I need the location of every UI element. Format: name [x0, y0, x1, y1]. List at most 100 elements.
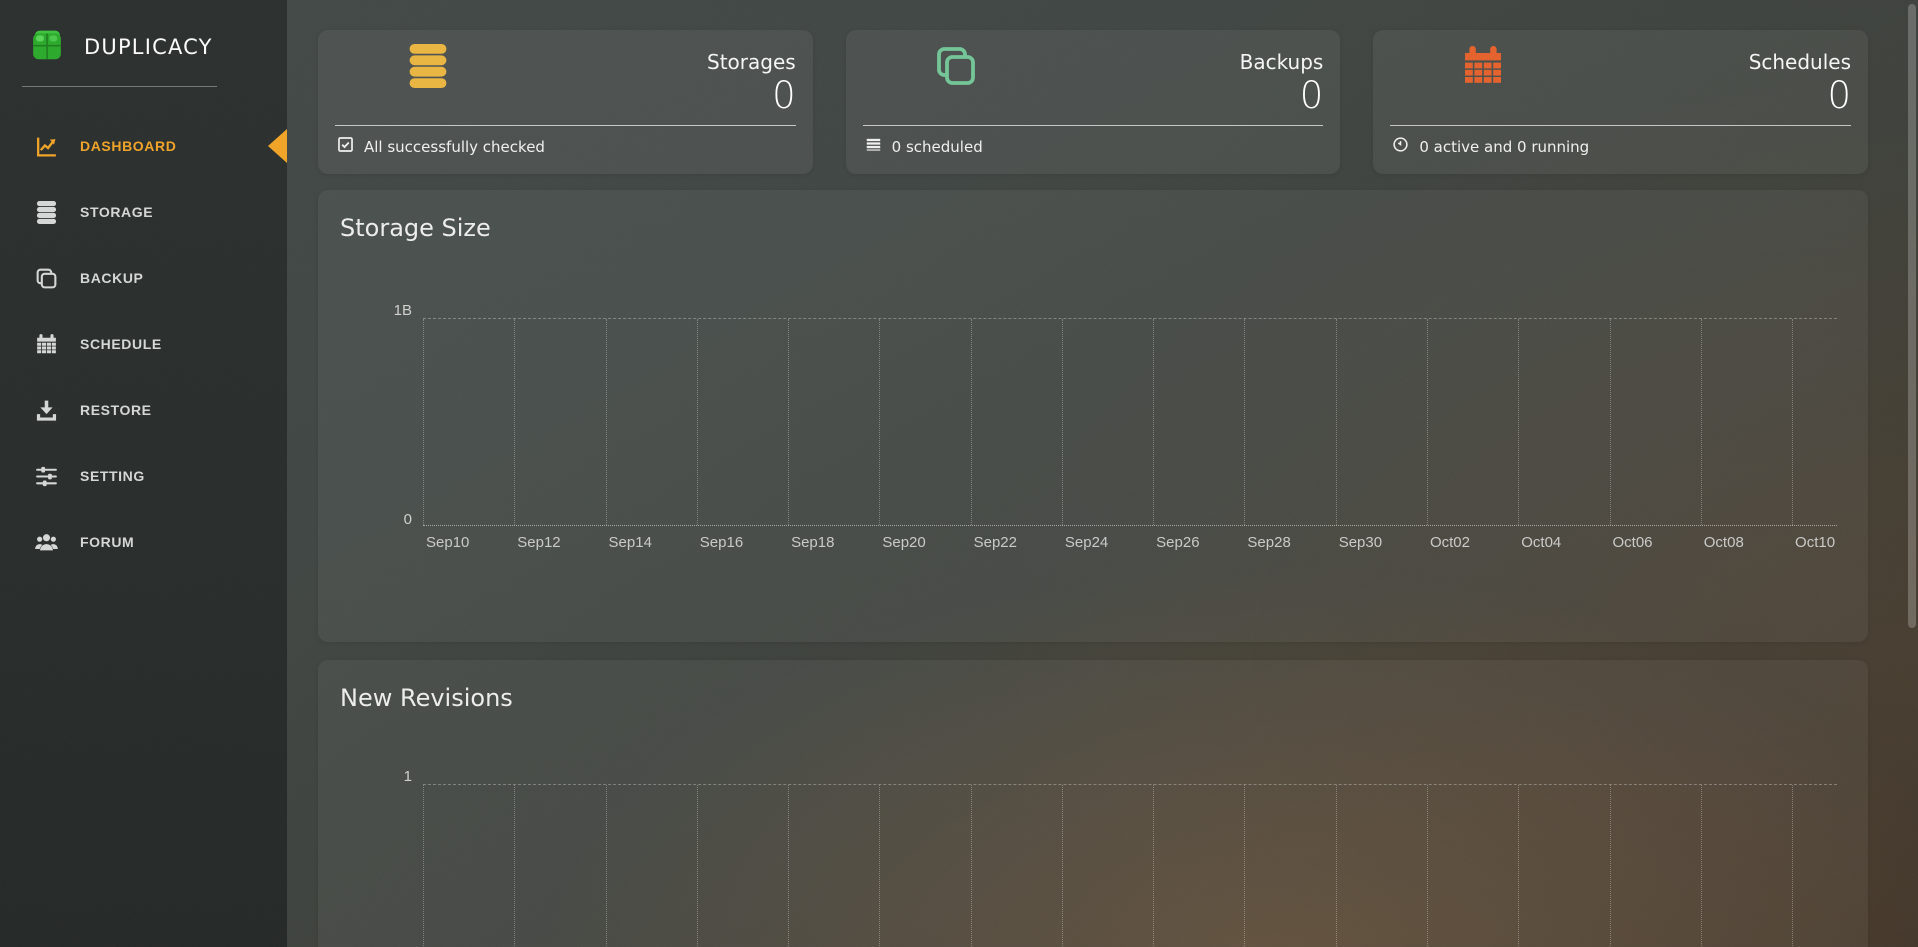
- x-tick-label: Sep28: [1247, 534, 1290, 551]
- sidebar-item-label: BACKUP: [80, 270, 144, 286]
- y-tick-label: 1: [342, 768, 412, 786]
- grid-vline: [423, 319, 424, 525]
- grid-vline: [697, 319, 698, 525]
- grid-vline: [1518, 785, 1519, 947]
- x-tick-label: Sep22: [974, 534, 1017, 551]
- card-status: 0 scheduled: [865, 136, 983, 157]
- card-status-text: All successfully checked: [364, 138, 545, 156]
- users-icon: [33, 529, 59, 555]
- grid-vline: [1244, 319, 1245, 525]
- duplicacy-cube-logo-icon: [28, 26, 66, 67]
- sliders-icon: [33, 463, 59, 489]
- grid-vline: [1701, 785, 1702, 947]
- grid-vline: [423, 785, 424, 947]
- check-square-icon: [337, 136, 354, 157]
- sidebar-item-label: FORUM: [80, 534, 134, 550]
- x-tick-label: Oct04: [1521, 534, 1561, 551]
- card-divider: [1390, 125, 1851, 126]
- card-value: 0: [772, 76, 796, 116]
- scrollbar-thumb[interactable]: [1908, 4, 1916, 628]
- grid-vline: [788, 319, 789, 525]
- sidebar-item-label: STORAGE: [80, 204, 153, 220]
- grid-vline: [1792, 319, 1793, 525]
- sidebar: DUPLICACY DASHBOARD STORAGE BACKUP: [0, 0, 287, 947]
- card-title: Storages: [707, 50, 796, 74]
- sidebar-item-forum[interactable]: FORUM: [0, 509, 287, 575]
- sidebar-item-restore[interactable]: RESTORE: [0, 377, 287, 443]
- x-tick-label: Sep10: [426, 534, 469, 551]
- x-tick-label: Oct02: [1430, 534, 1470, 551]
- grid-vline: [1336, 319, 1337, 525]
- chart-line-icon: [33, 133, 59, 159]
- sidebar-menu: DASHBOARD STORAGE BACKUP SCHEDULE RES: [0, 113, 287, 575]
- x-tick-label: Sep30: [1339, 534, 1382, 551]
- brand-title: DUPLICACY: [84, 35, 213, 59]
- grid-vline: [1701, 319, 1702, 525]
- sidebar-item-backup[interactable]: BACKUP: [0, 245, 287, 311]
- list-icon: [865, 136, 882, 157]
- storage-size-chart-title: Storage Size: [340, 214, 491, 242]
- new-revisions-chart-title: New Revisions: [340, 684, 513, 712]
- grid-vline: [514, 319, 515, 525]
- grid-vline: [879, 785, 880, 947]
- sidebar-item-schedule[interactable]: SCHEDULE: [0, 311, 287, 377]
- storage-size-panel: Storage Size 1B 0 Sep10Sep12Sep14Sep16Se…: [318, 190, 1868, 642]
- clone-icon: [932, 42, 980, 90]
- grid-vline: [788, 785, 789, 947]
- grid-vline: [1062, 319, 1063, 525]
- calendar-icon: [33, 331, 59, 357]
- sidebar-item-label: SCHEDULE: [80, 336, 162, 352]
- grid-vline: [1153, 319, 1154, 525]
- card-title: Schedules: [1749, 50, 1851, 74]
- grid-vline: [879, 319, 880, 525]
- card-value: 0: [1300, 76, 1324, 116]
- x-tick-label: Oct08: [1704, 534, 1744, 551]
- brand: DUPLICACY: [28, 26, 213, 67]
- backups-card: Backups 0 0 scheduled: [846, 30, 1341, 174]
- grid-vline: [1427, 785, 1428, 947]
- card-status: 0 active and 0 running: [1392, 136, 1589, 157]
- x-tick-label: Oct06: [1613, 534, 1653, 551]
- stat-cards-row: Storages 0 All successfully checked Back…: [318, 30, 1868, 174]
- card-title: Backups: [1240, 50, 1324, 74]
- clone-icon: [33, 265, 59, 291]
- storage-size-plot-area: [423, 318, 1837, 526]
- clock-icon: [1392, 136, 1409, 157]
- grid-vline: [971, 785, 972, 947]
- sidebar-item-storage[interactable]: STORAGE: [0, 179, 287, 245]
- main-content: Storages 0 All successfully checked Back…: [287, 0, 1918, 947]
- grid-vline: [1792, 785, 1793, 947]
- grid-vline: [1427, 319, 1428, 525]
- grid-vline: [1518, 319, 1519, 525]
- y-tick-label: 0: [342, 511, 412, 529]
- sidebar-item-label: SETTING: [80, 468, 145, 484]
- card-status: All successfully checked: [337, 136, 545, 157]
- storages-card: Storages 0 All successfully checked: [318, 30, 813, 174]
- card-value: 0: [1827, 76, 1851, 116]
- grid-vline: [1062, 785, 1063, 947]
- card-divider: [863, 125, 1324, 126]
- y-tick-label: 1B: [342, 302, 412, 320]
- card-divider: [335, 125, 796, 126]
- grid-vline: [697, 785, 698, 947]
- new-revisions-plot-area: [423, 784, 1837, 947]
- grid-vline: [606, 785, 607, 947]
- x-tick-label: Sep20: [882, 534, 925, 551]
- sidebar-divider: [22, 86, 217, 87]
- x-tick-label: Sep12: [517, 534, 560, 551]
- x-tick-label: Sep18: [791, 534, 834, 551]
- card-status-text: 0 scheduled: [892, 138, 983, 156]
- sidebar-item-dashboard[interactable]: DASHBOARD: [0, 113, 287, 179]
- schedules-card: Schedules 0 0 active and 0 running: [1373, 30, 1868, 174]
- grid-vline: [514, 785, 515, 947]
- sidebar-item-setting[interactable]: SETTING: [0, 443, 287, 509]
- x-tick-label: Oct10: [1795, 534, 1835, 551]
- grid-vline: [1153, 785, 1154, 947]
- new-revisions-panel: New Revisions 1: [318, 660, 1868, 947]
- active-item-arrow-icon: [268, 129, 287, 163]
- grid-vline: [1610, 319, 1611, 525]
- grid-vline: [1336, 785, 1337, 947]
- sidebar-item-label: RESTORE: [80, 402, 152, 418]
- sidebar-item-label: DASHBOARD: [80, 138, 176, 154]
- grid-vline: [606, 319, 607, 525]
